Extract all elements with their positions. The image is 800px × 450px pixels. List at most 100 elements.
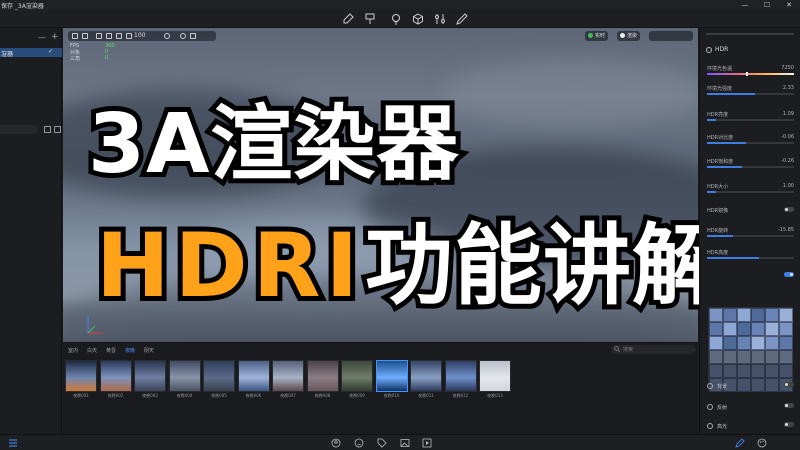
slider-fill: [707, 257, 760, 259]
setting-value: 2.33: [782, 85, 794, 91]
preview-cell: [709, 336, 723, 350]
adjust-icon[interactable]: [434, 13, 446, 25]
image-icon[interactable]: [400, 438, 410, 448]
viewport-tools[interactable]: [649, 31, 693, 41]
hdri-thumbnail[interactable]: [168, 360, 201, 392]
viewport-toolbar: 100: [68, 31, 216, 41]
realtime-button[interactable]: 实时: [585, 31, 609, 41]
visibility-option[interactable]: 反射: [707, 403, 794, 413]
scene-panel: — + 渲器 ✓: [0, 28, 62, 434]
copy-icon[interactable]: [44, 126, 51, 133]
snap-icon[interactable]: [106, 33, 112, 39]
add-button[interactable]: +: [51, 32, 59, 42]
palette-icon[interactable]: [757, 438, 767, 448]
hdri-thumbnail-label: 夜晚002: [107, 393, 124, 398]
hdri-thumbnail[interactable]: [65, 360, 97, 392]
remove-button[interactable]: —: [38, 33, 46, 42]
left-search-input[interactable]: [0, 125, 38, 134]
camera-icon[interactable]: [164, 33, 170, 39]
option-icon: [707, 404, 713, 410]
hdri-thumbnail[interactable]: [341, 360, 373, 392]
hdr-setting-row[interactable]: HDR高度: [707, 249, 794, 263]
tab-day[interactable]: 白天: [87, 347, 97, 354]
undo-icon[interactable]: [96, 33, 102, 39]
hdr-setting-row[interactable]: 环境光强度 2.33: [707, 85, 794, 99]
setting-label: HDR镜像: [707, 208, 729, 214]
eyedropper-icon[interactable]: [456, 13, 468, 25]
hdri-preview[interactable]: [708, 307, 793, 392]
hdri-thumbnail[interactable]: [375, 360, 408, 392]
rotate-icon[interactable]: [82, 33, 88, 39]
tab-dusk[interactable]: 黄昏: [106, 347, 116, 354]
layout-icon[interactable]: [54, 126, 61, 133]
cube-icon[interactable]: [412, 13, 424, 25]
color-temperature-slider[interactable]: [707, 72, 794, 76]
hdri-thumbnail-label: 夜晚001: [73, 393, 89, 398]
hdr-setting-row[interactable]: [707, 272, 794, 286]
eye-icon[interactable]: [180, 33, 186, 39]
preview-cell: [737, 350, 751, 364]
view-dropdown-icon[interactable]: [190, 33, 196, 39]
library-search-input[interactable]: 搜索: [611, 345, 696, 354]
toggle-switch[interactable]: [784, 422, 794, 427]
hdri-thumbnail[interactable]: [134, 360, 166, 392]
move-icon[interactable]: [72, 33, 78, 39]
slider-track[interactable]: [707, 142, 794, 144]
picker-icon[interactable]: [342, 13, 354, 25]
slider-track[interactable]: [707, 166, 794, 168]
render-button[interactable]: 渲染: [617, 31, 641, 41]
fov-icon[interactable]: [126, 33, 132, 39]
maximize-button[interactable]: ☐: [756, 0, 778, 10]
person-icon[interactable]: [331, 438, 341, 448]
bulb-icon[interactable]: [390, 13, 402, 25]
preview-cell: [751, 350, 765, 364]
slider-fill: [707, 166, 742, 168]
hdr-setting-row[interactable]: HDR镜像: [707, 207, 794, 221]
slider-track[interactable]: [707, 257, 794, 259]
hdr-setting-row[interactable]: HDR饱和度 -0.26: [707, 158, 794, 172]
brush-icon[interactable]: [364, 13, 376, 25]
play-icon[interactable]: [422, 438, 432, 448]
slider-handle[interactable]: [746, 72, 749, 76]
close-button[interactable]: ✕: [778, 0, 800, 10]
scene-item[interactable]: 渲器 ✓: [0, 48, 62, 58]
toggle-switch[interactable]: [784, 272, 794, 277]
crop-icon[interactable]: [116, 33, 122, 39]
zoom-value[interactable]: 100: [134, 32, 145, 39]
toggle-switch[interactable]: [784, 403, 794, 408]
slider-track[interactable]: [707, 191, 794, 193]
hdri-thumbnail[interactable]: [237, 360, 270, 392]
smile-icon[interactable]: [354, 438, 364, 448]
toggle-switch[interactable]: [784, 207, 794, 212]
paint-icon[interactable]: [735, 438, 745, 448]
hdr-setting-row[interactable]: HDR旋转 -15.85: [707, 227, 794, 241]
realtime-dot-icon: [588, 33, 593, 38]
visibility-option[interactable]: 背景: [707, 382, 794, 392]
hdri-thumbnail[interactable]: [306, 360, 339, 392]
toggle-switch[interactable]: [784, 382, 794, 387]
hdri-thumbnail[interactable]: [203, 360, 235, 392]
tab-night[interactable]: 夜晚: [125, 347, 135, 354]
hdr-setting-row[interactable]: HDR大小 1.00: [707, 183, 794, 197]
hdr-setting-row[interactable]: 环境光色温 7250: [707, 65, 794, 79]
minimize-button[interactable]: —: [734, 0, 756, 10]
hdr-setting-row[interactable]: HDR亮度 1.09: [707, 111, 794, 125]
hdri-thumbnail[interactable]: [99, 360, 132, 392]
hdri-thumbnail[interactable]: [272, 360, 304, 392]
tab-indoor[interactable]: 室内: [68, 347, 78, 354]
hdri-thumbnail-label: 夜晚004: [176, 393, 193, 398]
visibility-option[interactable]: 高光: [707, 422, 794, 432]
slider-track[interactable]: [707, 93, 794, 95]
preview-cell: [751, 336, 765, 350]
hdr-setting-row[interactable]: HDR对比度 -0.06: [707, 134, 794, 148]
tag-icon[interactable]: [377, 438, 387, 448]
hdri-thumbnail[interactable]: [444, 360, 477, 392]
search-icon: [614, 346, 620, 352]
tab-overcast[interactable]: 阴天: [144, 347, 154, 354]
slider-track[interactable]: [707, 119, 794, 121]
hdri-thumbnail[interactable]: [410, 360, 442, 392]
hdr-icon: [706, 46, 712, 53]
list-icon[interactable]: [8, 438, 18, 448]
slider-track[interactable]: [707, 235, 794, 237]
hdri-thumbnail[interactable]: [479, 360, 511, 392]
